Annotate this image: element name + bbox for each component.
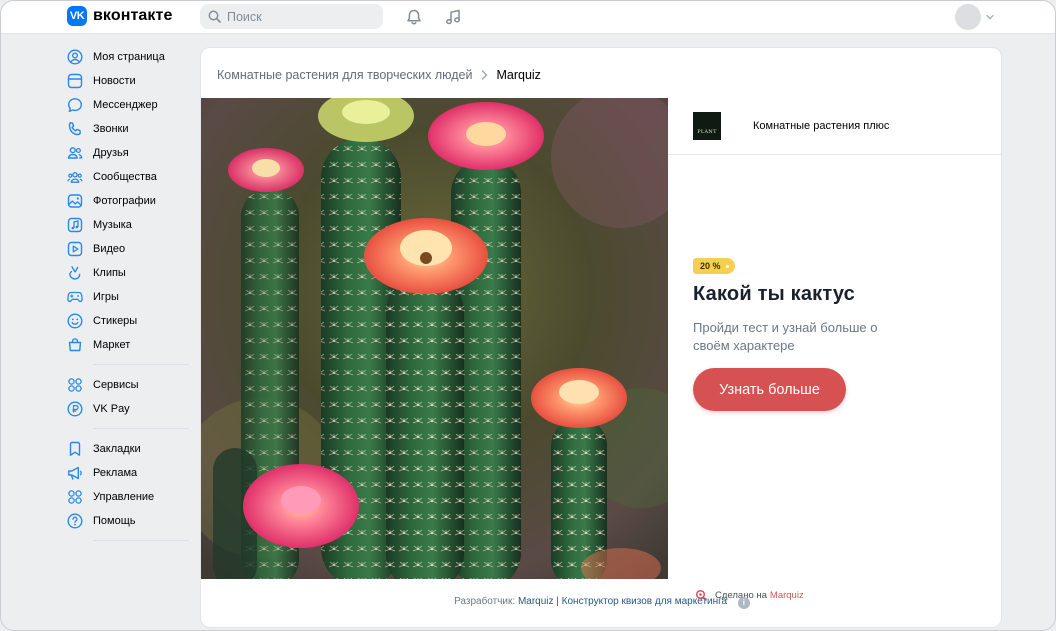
message-icon xyxy=(67,97,83,113)
sidebar-item-bookmarks[interactable]: Закладки xyxy=(67,437,191,461)
avatar xyxy=(955,4,981,30)
sidebar-item-news[interactable]: Новости xyxy=(67,69,191,93)
sidebar-item-manage[interactable]: Управление xyxy=(67,485,191,509)
services-icon xyxy=(67,377,83,393)
breadcrumb-parent-link[interactable]: Комнатные растения для творческих людей xyxy=(217,68,472,82)
quiz-cover-image xyxy=(201,98,668,579)
music-icon[interactable] xyxy=(442,6,464,28)
sidebar-item-services[interactable]: Сервисы xyxy=(67,373,191,397)
smile-icon xyxy=(67,313,83,329)
developer-link[interactable]: Marquiz | Конструктор квизов для маркети… xyxy=(518,596,727,607)
quiz-panel: PLANT Комнатные растения плюс 20 % Какой… xyxy=(668,98,1001,601)
sidebar-item-label: Сервисы xyxy=(93,379,139,391)
info-icon[interactable]: i xyxy=(737,596,750,609)
sidebar-item-music[interactable]: Музыка xyxy=(67,213,191,237)
bookmark-icon xyxy=(67,441,83,457)
developer-label: Разработчик: xyxy=(454,596,516,607)
sidebar-item-label: Игры xyxy=(93,291,119,303)
sidebar-item-label: Видео xyxy=(93,243,126,255)
sidebar-item-ads[interactable]: Реклама xyxy=(67,461,191,485)
sidebar-item-communities[interactable]: Сообщества xyxy=(67,165,191,189)
sidebar-item-my-page[interactable]: Моя страница xyxy=(67,45,191,69)
sidebar-item-label: Стикеры xyxy=(93,315,138,327)
browser-frame: VK вконтакте Моя страница Новости xyxy=(0,0,1056,631)
sidebar-item-label: Музыка xyxy=(93,219,132,231)
chevron-right-icon xyxy=(482,70,488,80)
sidebar-item-label: Управление xyxy=(93,491,155,503)
sidebar-item-vkpay[interactable]: VK Pay xyxy=(67,397,191,421)
photo-icon xyxy=(67,193,83,209)
sidebar-item-photos[interactable]: Фотографии xyxy=(67,189,191,213)
sidebar-item-label: Друзья xyxy=(93,147,129,159)
profile-menu[interactable] xyxy=(955,4,994,30)
sidebar-item-label: Мессенджер xyxy=(93,99,158,111)
phone-icon xyxy=(67,121,83,137)
sidebar-item-label: Моя страница xyxy=(93,51,165,63)
sidebar-item-games[interactable]: Игры xyxy=(67,285,191,309)
newsfeed-icon xyxy=(67,73,83,89)
video-icon xyxy=(67,241,83,257)
breadcrumb-current: Marquiz xyxy=(496,68,541,82)
sidebar-divider xyxy=(93,428,189,429)
sidebar-item-video[interactable]: Видео xyxy=(67,237,191,261)
developer-line: Разработчик: Marquiz | Конструктор квизо… xyxy=(201,596,1001,609)
quiz-subtitle: Пройди тест и узнай больше о своём харак… xyxy=(693,320,878,353)
search-icon xyxy=(208,10,221,23)
sidebar-divider xyxy=(93,364,189,365)
sidebar-item-label: Закладки xyxy=(93,443,141,455)
vkpay-icon xyxy=(67,401,83,417)
sidebar-item-clips[interactable]: Клипы xyxy=(67,261,191,285)
gamepad-icon xyxy=(67,289,83,305)
vk-logo[interactable]: VK вконтакте xyxy=(67,6,172,26)
brand-row: PLANT Комнатные растения плюс xyxy=(668,98,1001,155)
app-card: Комнатные растения для творческих людей … xyxy=(200,47,1002,628)
sidebar-divider xyxy=(93,540,189,541)
music-icon xyxy=(67,217,83,233)
discount-badge: 20 % xyxy=(693,258,735,274)
breadcrumb: Комнатные растения для творческих людей … xyxy=(217,68,541,82)
user-circle-icon xyxy=(67,49,83,65)
sidebar-item-label: Сообщества xyxy=(93,171,157,183)
sidebar-item-label: Фотографии xyxy=(93,195,156,207)
sidebar-item-label: Новости xyxy=(93,75,136,87)
search-box[interactable] xyxy=(200,4,383,29)
bell-icon[interactable] xyxy=(403,6,425,28)
brand-name: Комнатные растения плюс xyxy=(753,120,890,132)
vk-logo-icon: VK xyxy=(67,6,87,26)
communities-icon xyxy=(67,169,83,185)
help-icon xyxy=(67,513,83,529)
sidebar-item-help[interactable]: Помощь xyxy=(67,509,191,533)
friends-icon xyxy=(67,145,83,161)
market-bag-icon xyxy=(67,337,83,353)
search-input[interactable] xyxy=(227,9,367,24)
quiz-title: Какой ты кактус xyxy=(693,283,856,305)
sidebar-item-label: Реклама xyxy=(93,467,138,479)
megaphone-icon xyxy=(67,465,83,481)
sidebar-item-label: Помощь xyxy=(93,515,136,527)
vk-logo-text: вконтакте xyxy=(93,7,173,24)
sidebar-item-label: VK Pay xyxy=(93,403,130,415)
sidebar-item-stickers[interactable]: Стикеры xyxy=(67,309,191,333)
sidebar-item-calls[interactable]: Звонки xyxy=(67,117,191,141)
sidebar-item-friends[interactable]: Друзья xyxy=(67,141,191,165)
brand-logo: PLANT xyxy=(693,112,721,140)
top-bar: VK вконтакте xyxy=(1,1,1055,34)
sidebar-item-messenger[interactable]: Мессенджер xyxy=(67,93,191,117)
clips-icon xyxy=(67,265,83,281)
chevron-down-icon xyxy=(986,14,994,20)
sidebar: Моя страница Новости Мессенджер Звонки Д… xyxy=(67,45,191,549)
sidebar-item-market[interactable]: Маркет xyxy=(67,333,191,357)
sidebar-item-label: Маркет xyxy=(93,339,131,351)
sidebar-item-label: Клипы xyxy=(93,267,126,279)
sidebar-item-label: Звонки xyxy=(93,123,129,135)
learn-more-button[interactable]: Узнать больше xyxy=(693,368,846,411)
manage-icon xyxy=(67,489,83,505)
